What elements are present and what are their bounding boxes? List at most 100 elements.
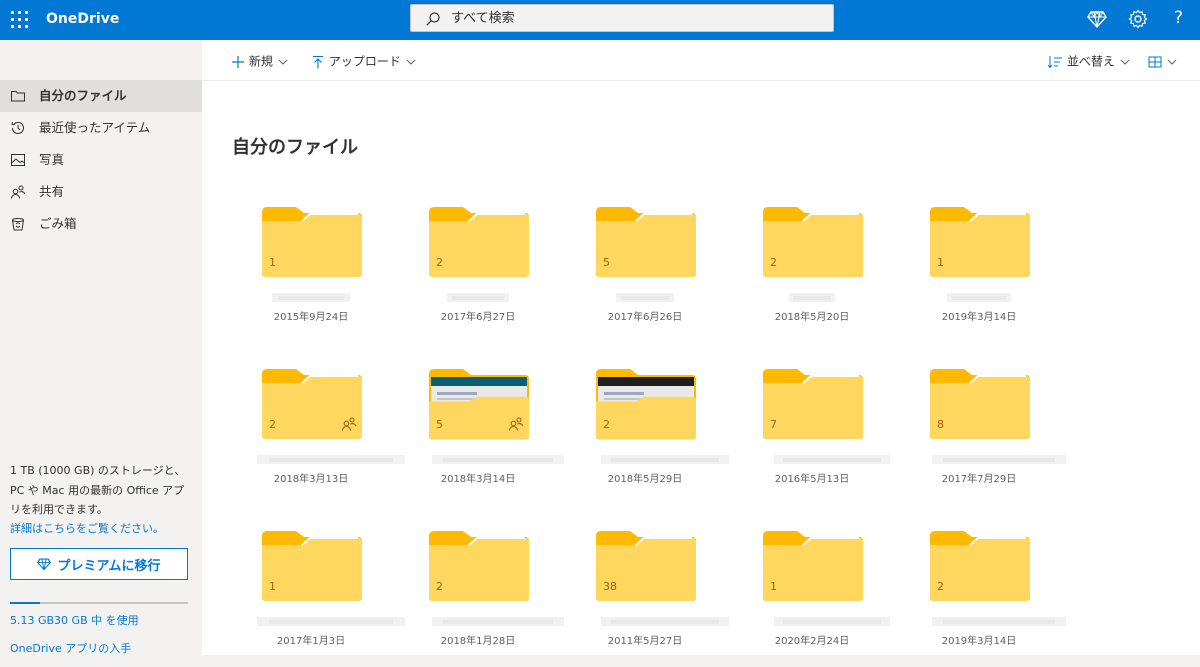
nav-item-label: 最近使ったアイテム <box>39 120 151 135</box>
folder-modified-date: 2011年5月27日 <box>607 636 683 647</box>
folder-tile[interactable]: 2 2018年5月29日 <box>570 366 729 506</box>
folder-name-redacted <box>932 455 1066 464</box>
go-premium-label: プレミアムに移行 <box>57 558 161 574</box>
shared-icon <box>341 417 357 431</box>
settings-gear-icon[interactable] <box>1128 9 1148 29</box>
folder-tile[interactable]: 5 2018年3月14日 <box>403 366 564 506</box>
view-options-button[interactable] <box>1148 51 1178 71</box>
folder-name-redacted <box>257 455 405 464</box>
get-app-link[interactable]: OneDrive アプリの入手 <box>10 640 131 656</box>
folder-tile[interactable]: 1 2017年1月3日 <box>236 528 405 667</box>
grid-view-icon <box>1148 56 1162 67</box>
nav-item-recent[interactable]: 最近使ったアイテム <box>0 112 202 144</box>
folder-tile[interactable]: 2 2017年6月27日 <box>403 204 553 344</box>
folder-modified-date: 2018年1月28日 <box>440 636 516 647</box>
new-button[interactable]: 新規 <box>231 51 289 71</box>
folder-tile[interactable]: 7 2016年5月13日 <box>737 366 890 506</box>
nav-item-label: 写真 <box>39 152 65 167</box>
storage-usage-bar <box>10 602 188 604</box>
go-premium-button[interactable]: プレミアムに移行 <box>10 548 188 580</box>
folder-item-count: 5 <box>603 256 610 269</box>
sort-label: 並べ替え <box>1066 54 1115 69</box>
main-content: 自分のファイル 1 2015年9月24日 2 2017年6月27日 5 2017年6月26… <box>202 81 1200 655</box>
nav-item-label: 共有 <box>39 184 65 199</box>
search-box[interactable] <box>410 4 834 32</box>
folder-modified-date: 2015年9月24日 <box>273 312 349 323</box>
folder-item-count: 1 <box>937 256 944 269</box>
app-launcher-icon[interactable] <box>9 9 31 31</box>
storage-usage-fill <box>10 602 41 604</box>
folder-item-count: 2 <box>603 418 610 431</box>
folder-name-redacted <box>447 293 509 302</box>
photo-icon <box>11 154 25 166</box>
folder-tile[interactable]: 2 2018年1月28日 <box>403 528 564 667</box>
shared-icon <box>11 185 26 199</box>
folder-item-count: 2 <box>269 418 276 431</box>
folder-name-redacted <box>616 293 674 302</box>
app-name[interactable]: OneDrive <box>46 10 119 28</box>
folder-tile[interactable]: 5 2017年6月26日 <box>570 204 720 344</box>
folder-tile[interactable]: 1 2020年2月24日 <box>737 528 890 667</box>
upload-label: アップロード <box>328 54 401 69</box>
folder-item-count: 1 <box>269 256 276 269</box>
nav-item-recycle-bin[interactable]: ごみ箱 <box>0 208 202 240</box>
nav-item-photos[interactable]: 写真 <box>0 144 202 176</box>
upload-button[interactable]: アップロード <box>311 51 417 71</box>
folder-name-redacted <box>932 617 1066 626</box>
folder-item-count: 2 <box>937 580 944 593</box>
chevron-down-icon <box>278 59 288 65</box>
nav-item-label: ごみ箱 <box>39 216 77 231</box>
sort-button[interactable]: 並べ替え <box>1047 51 1131 71</box>
folder-name-redacted <box>774 617 890 626</box>
folder-name-redacted <box>789 293 835 302</box>
new-label: 新規 <box>248 54 273 69</box>
folder-tile[interactable]: 1 2019年3月14日 <box>904 204 1054 344</box>
folder-name-redacted <box>601 455 729 464</box>
folder-tile[interactable]: 1 2015年9月24日 <box>236 204 386 344</box>
search-icon <box>426 12 440 26</box>
upload-arrow-icon <box>313 55 323 68</box>
folder-tile[interactable]: 2 2018年5月20日 <box>737 204 887 344</box>
help-button[interactable]: ? <box>1174 8 1183 28</box>
recent-icon <box>11 121 24 134</box>
folder-item-count: 2 <box>770 256 777 269</box>
folder-tile[interactable]: 2 2019年3月14日 <box>904 528 1066 667</box>
folder-modified-date: 2017年7月29日 <box>941 474 1017 485</box>
folder-item-count: 5 <box>436 418 443 431</box>
nav-item-shared[interactable]: 共有 <box>0 176 202 208</box>
folder-tile[interactable]: 38 2011年5月27日 <box>570 528 729 667</box>
chevron-down-icon <box>1120 59 1130 65</box>
learn-more-link[interactable]: 詳細はこちらをご覧ください。 <box>10 520 164 536</box>
bottom-strip <box>202 655 1200 667</box>
nav-item-label: 自分のファイル <box>39 88 127 103</box>
folder-item-count: 1 <box>770 580 777 593</box>
folder-item-count: 7 <box>770 418 777 431</box>
command-bar: 新規 アップロード 並べ替え <box>202 40 1200 81</box>
folder-tile[interactable]: 2 2018年3月13日 <box>236 366 405 506</box>
search-input[interactable] <box>451 5 821 31</box>
folder-modified-date: 2017年6月26日 <box>607 312 683 323</box>
storage-usage-text[interactable]: 5.13 GB30 GB 中 を使用 <box>10 612 139 628</box>
folder-item-count: 8 <box>937 418 944 431</box>
folder-name-redacted <box>601 617 729 626</box>
folder-modified-date: 2017年1月3日 <box>276 636 346 647</box>
folder-item-count: 2 <box>436 256 443 269</box>
folder-item-count: 2 <box>436 580 443 593</box>
folder-tile[interactable]: 8 2017年7月29日 <box>904 366 1066 506</box>
folder-modified-date: 2018年5月20日 <box>774 312 850 323</box>
folder-name-redacted <box>257 617 405 626</box>
premium-diamond-icon[interactable] <box>1087 9 1107 29</box>
chevron-down-icon <box>406 59 416 65</box>
folder-name-redacted <box>774 455 890 464</box>
folder-item-count: 38 <box>603 580 617 593</box>
folder-icon <box>11 91 25 102</box>
recycle-bin-icon <box>12 218 24 231</box>
page-title: 自分のファイル <box>232 137 358 158</box>
nav-item-my-files[interactable]: 自分のファイル <box>0 80 202 112</box>
left-navigation: 自分のファイル 最近使ったアイテム 写真 共有 ごみ箱 1 TB (1000 G… <box>0 40 202 667</box>
sort-icon <box>1047 55 1062 68</box>
folder-item-count: 1 <box>269 580 276 593</box>
premium-promo-text: 1 TB (1000 GB) のストレージと、PC や Mac 用の最新の Of… <box>10 464 186 516</box>
shared-icon <box>508 417 524 431</box>
folder-modified-date: 2017年6月27日 <box>440 312 516 323</box>
